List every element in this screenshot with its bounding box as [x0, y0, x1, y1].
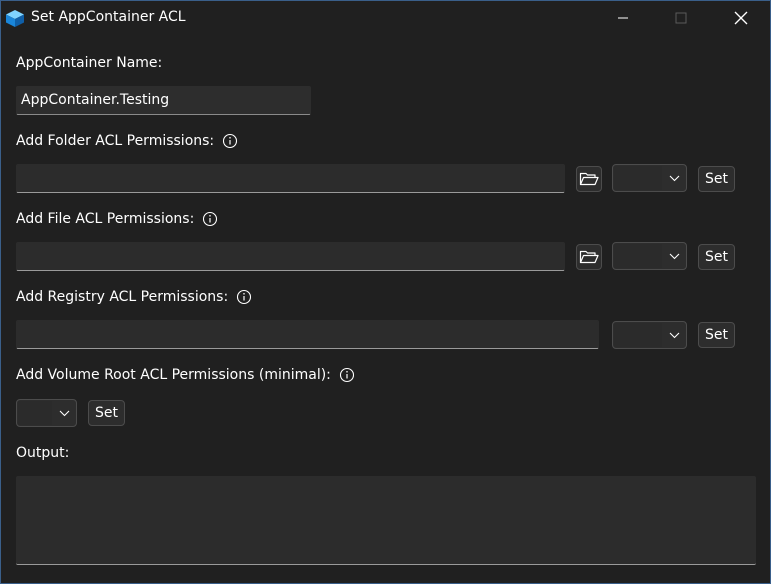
file-permission-selected	[614, 244, 662, 268]
appcontainer-name-field[interactable]: AppContainer.Testing	[16, 86, 311, 115]
chevron-down-icon	[669, 175, 680, 182]
window-title: Set AppContainer ACL	[31, 9, 186, 25]
minimize-icon	[618, 17, 628, 18]
volume-acl-label: Add Volume Root ACL Permissions (minimal…	[16, 367, 355, 383]
browse-file-button[interactable]	[576, 244, 602, 270]
close-button[interactable]	[718, 1, 764, 34]
folder-acl-label: Add Folder ACL Permissions:	[16, 133, 238, 149]
browse-folder-button[interactable]	[576, 166, 602, 192]
folder-permission-selected	[614, 166, 662, 190]
minimize-button[interactable]	[600, 1, 646, 34]
set-acl-window: Set AppContainer ACL AppContainer Name: …	[0, 0, 771, 584]
folder-path-input[interactable]	[16, 164, 565, 193]
info-icon[interactable]	[339, 367, 355, 383]
output-label-text: Output:	[16, 445, 70, 461]
info-icon[interactable]	[202, 211, 218, 227]
folder-open-icon	[579, 172, 599, 186]
info-icon[interactable]	[236, 289, 252, 305]
appcontainer-cube-icon	[6, 10, 24, 27]
volume-permission-dropdown[interactable]	[16, 399, 77, 427]
title-bar[interactable]: Set AppContainer ACL	[1, 1, 770, 34]
folder-open-icon	[579, 250, 599, 264]
registry-permission-selected	[614, 323, 662, 347]
chevron-down-icon	[669, 253, 680, 260]
registry-permission-dropdown[interactable]	[612, 321, 687, 349]
chevron-down-icon	[59, 410, 70, 417]
output-textarea[interactable]	[16, 476, 756, 565]
registry-set-button[interactable]: Set	[698, 322, 735, 348]
file-acl-label-text: Add File ACL Permissions:	[16, 211, 195, 227]
folder-permission-dropdown[interactable]	[612, 164, 687, 192]
file-acl-label: Add File ACL Permissions:	[16, 211, 218, 227]
close-icon	[734, 11, 748, 24]
maximize-icon	[675, 12, 687, 23]
volume-set-button[interactable]: Set	[88, 400, 125, 426]
file-set-button[interactable]: Set	[698, 244, 735, 270]
registry-acl-label: Add Registry ACL Permissions:	[16, 289, 252, 305]
appcontainer-name-label: AppContainer Name:	[16, 55, 162, 71]
registry-path-input[interactable]	[16, 320, 599, 349]
registry-acl-label-text: Add Registry ACL Permissions:	[16, 289, 229, 305]
chevron-down-icon	[669, 332, 680, 339]
appcontainer-name-label-text: AppContainer Name:	[16, 55, 163, 71]
info-icon[interactable]	[222, 133, 238, 149]
volume-permission-selected	[18, 401, 52, 425]
maximize-button[interactable]	[658, 1, 704, 34]
folder-acl-label-text: Add Folder ACL Permissions:	[16, 133, 215, 149]
folder-set-button[interactable]: Set	[698, 166, 735, 192]
file-path-input[interactable]	[16, 242, 565, 271]
output-label: Output:	[16, 445, 69, 461]
file-permission-dropdown[interactable]	[612, 242, 687, 270]
volume-acl-label-text: Add Volume Root ACL Permissions (minimal…	[16, 367, 331, 383]
